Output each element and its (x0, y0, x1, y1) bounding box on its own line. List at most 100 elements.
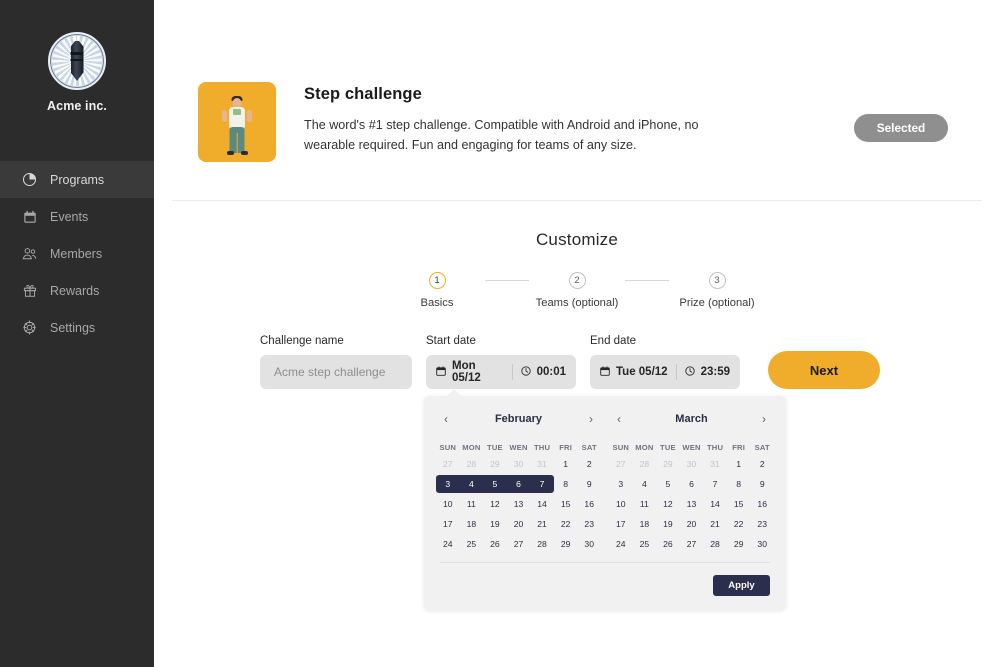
calendar-day[interactable]: 19 (483, 516, 507, 532)
calendar-day[interactable]: 13 (507, 496, 531, 512)
calendar-day[interactable]: 12 (656, 496, 680, 512)
calendar-day[interactable]: 22 (554, 516, 578, 532)
start-date-input[interactable]: Mon 05/12 00:01 (426, 355, 576, 389)
calendar-day[interactable]: 2 (577, 456, 601, 472)
step-3[interactable]: 3 Prize (optional) (669, 272, 765, 309)
calendar-day[interactable]: 21 (530, 516, 554, 532)
calendar-day[interactable]: 27 (436, 456, 460, 472)
calendar-day[interactable]: 25 (633, 536, 657, 552)
calendar-day[interactable]: 10 (609, 496, 633, 512)
chevron-left-icon[interactable]: ‹ (617, 413, 621, 425)
start-date-value-group[interactable]: Mon 05/12 (436, 360, 504, 384)
calendar-day[interactable]: 12 (483, 496, 507, 512)
calendar-day[interactable]: 27 (609, 456, 633, 472)
calendar-day[interactable]: 16 (577, 496, 601, 512)
calendar-day[interactable]: 10 (436, 496, 460, 512)
calendar-day[interactable]: 6 (507, 476, 531, 492)
chevron-left-icon[interactable]: ‹ (444, 413, 448, 425)
calendar-day[interactable]: 30 (680, 456, 704, 472)
calendar-day[interactable]: 18 (633, 516, 657, 532)
calendar-day[interactable]: 29 (656, 456, 680, 472)
calendar-day[interactable]: 29 (554, 536, 578, 552)
calendar-day[interactable]: 15 (554, 496, 578, 512)
calendar-day[interactable]: 28 (460, 456, 484, 472)
sidebar-item-rewards[interactable]: Rewards (0, 272, 154, 309)
calendar-day[interactable]: 20 (507, 516, 531, 532)
calendar-day[interactable]: 13 (680, 496, 704, 512)
sidebar-item-members[interactable]: Members (0, 235, 154, 272)
calendar-day[interactable]: 14 (530, 496, 554, 512)
calendar-day[interactable]: 30 (750, 536, 774, 552)
step-2[interactable]: 2 Teams (optional) (529, 272, 625, 309)
calendar-day[interactable]: 31 (703, 456, 727, 472)
calendar-day[interactable]: 18 (460, 516, 484, 532)
calendar-day[interactable]: 23 (750, 516, 774, 532)
calendar-day[interactable]: 5 (483, 476, 507, 492)
customize-heading: Customize (535, 230, 619, 249)
calendar-day[interactable]: 17 (436, 516, 460, 532)
section-divider (172, 200, 982, 201)
chevron-right-icon[interactable]: › (762, 413, 766, 425)
calendar-day[interactable]: 2 (750, 456, 774, 472)
chevron-right-icon[interactable]: › (589, 413, 593, 425)
calendar-day[interactable]: 16 (750, 496, 774, 512)
step-label: Prize (optional) (679, 297, 755, 309)
calendar-day[interactable]: 31 (530, 456, 554, 472)
calendar-day[interactable]: 25 (460, 536, 484, 552)
calendar-day[interactable]: 29 (727, 536, 751, 552)
calendar-day[interactable]: 27 (507, 536, 531, 552)
end-date-label: End date (590, 335, 637, 347)
calendar-day[interactable]: 9 (750, 476, 774, 492)
calendar-day[interactable]: 30 (577, 536, 601, 552)
end-date-value-group[interactable]: Tue 05/12 (600, 365, 668, 379)
calendar-icon (436, 365, 446, 379)
calendar-day[interactable]: 8 (554, 476, 578, 492)
end-date-input[interactable]: Tue 05/12 23:59 (590, 355, 740, 389)
calendar-day[interactable]: 3 (436, 476, 460, 492)
calendar-day[interactable]: 23 (577, 516, 601, 532)
calendar-day[interactable]: 26 (483, 536, 507, 552)
calendar-day[interactable]: 30 (507, 456, 531, 472)
apply-button[interactable]: Apply (713, 575, 770, 596)
sidebar-item-events[interactable]: Events (0, 198, 154, 235)
calendar-day[interactable]: 7 (703, 476, 727, 492)
calendar-day[interactable]: 28 (633, 456, 657, 472)
calendar-day[interactable]: 20 (680, 516, 704, 532)
calendar-day[interactable]: 5 (656, 476, 680, 492)
calendar-day[interactable]: 11 (633, 496, 657, 512)
calendar-day[interactable]: 15 (727, 496, 751, 512)
calendar-day[interactable]: 11 (460, 496, 484, 512)
next-button[interactable]: Next (768, 351, 880, 389)
calendar-day[interactable]: 4 (633, 476, 657, 492)
popup-notch (446, 389, 462, 397)
calendar-day[interactable]: 27 (680, 536, 704, 552)
calendar-day[interactable]: 1 (554, 456, 578, 472)
step-number: 1 (428, 272, 446, 289)
calendar-day[interactable]: 28 (530, 536, 554, 552)
calendar-day[interactable]: 14 (703, 496, 727, 512)
challenge-name-input[interactable]: Acme step challenge (260, 355, 412, 389)
calendar-day[interactable]: 4 (460, 476, 484, 492)
calendar-day[interactable]: 24 (609, 536, 633, 552)
sidebar-item-label: Events (50, 209, 89, 224)
calendar-day[interactable]: 1 (727, 456, 751, 472)
selected-button[interactable]: Selected (854, 114, 948, 142)
sidebar-item-programs[interactable]: Programs (0, 161, 154, 198)
calendar-day[interactable]: 24 (436, 536, 460, 552)
step-1[interactable]: 1 Basics (389, 272, 485, 309)
calendar-day[interactable]: 28 (703, 536, 727, 552)
start-time-value-group[interactable]: 00:01 (520, 365, 566, 379)
calendar-day[interactable]: 21 (703, 516, 727, 532)
calendar-day[interactable]: 6 (680, 476, 704, 492)
end-time-value-group[interactable]: 23:59 (684, 365, 730, 379)
calendar-day[interactable]: 8 (727, 476, 751, 492)
sidebar-item-settings[interactable]: Settings (0, 309, 154, 346)
calendar-day[interactable]: 3 (609, 476, 633, 492)
calendar-day[interactable]: 26 (656, 536, 680, 552)
calendar-day[interactable]: 29 (483, 456, 507, 472)
calendar-day[interactable]: 22 (727, 516, 751, 532)
calendar-day[interactable]: 7 (530, 476, 554, 492)
calendar-day[interactable]: 17 (609, 516, 633, 532)
calendar-day[interactable]: 19 (656, 516, 680, 532)
calendar-day[interactable]: 9 (577, 476, 601, 492)
